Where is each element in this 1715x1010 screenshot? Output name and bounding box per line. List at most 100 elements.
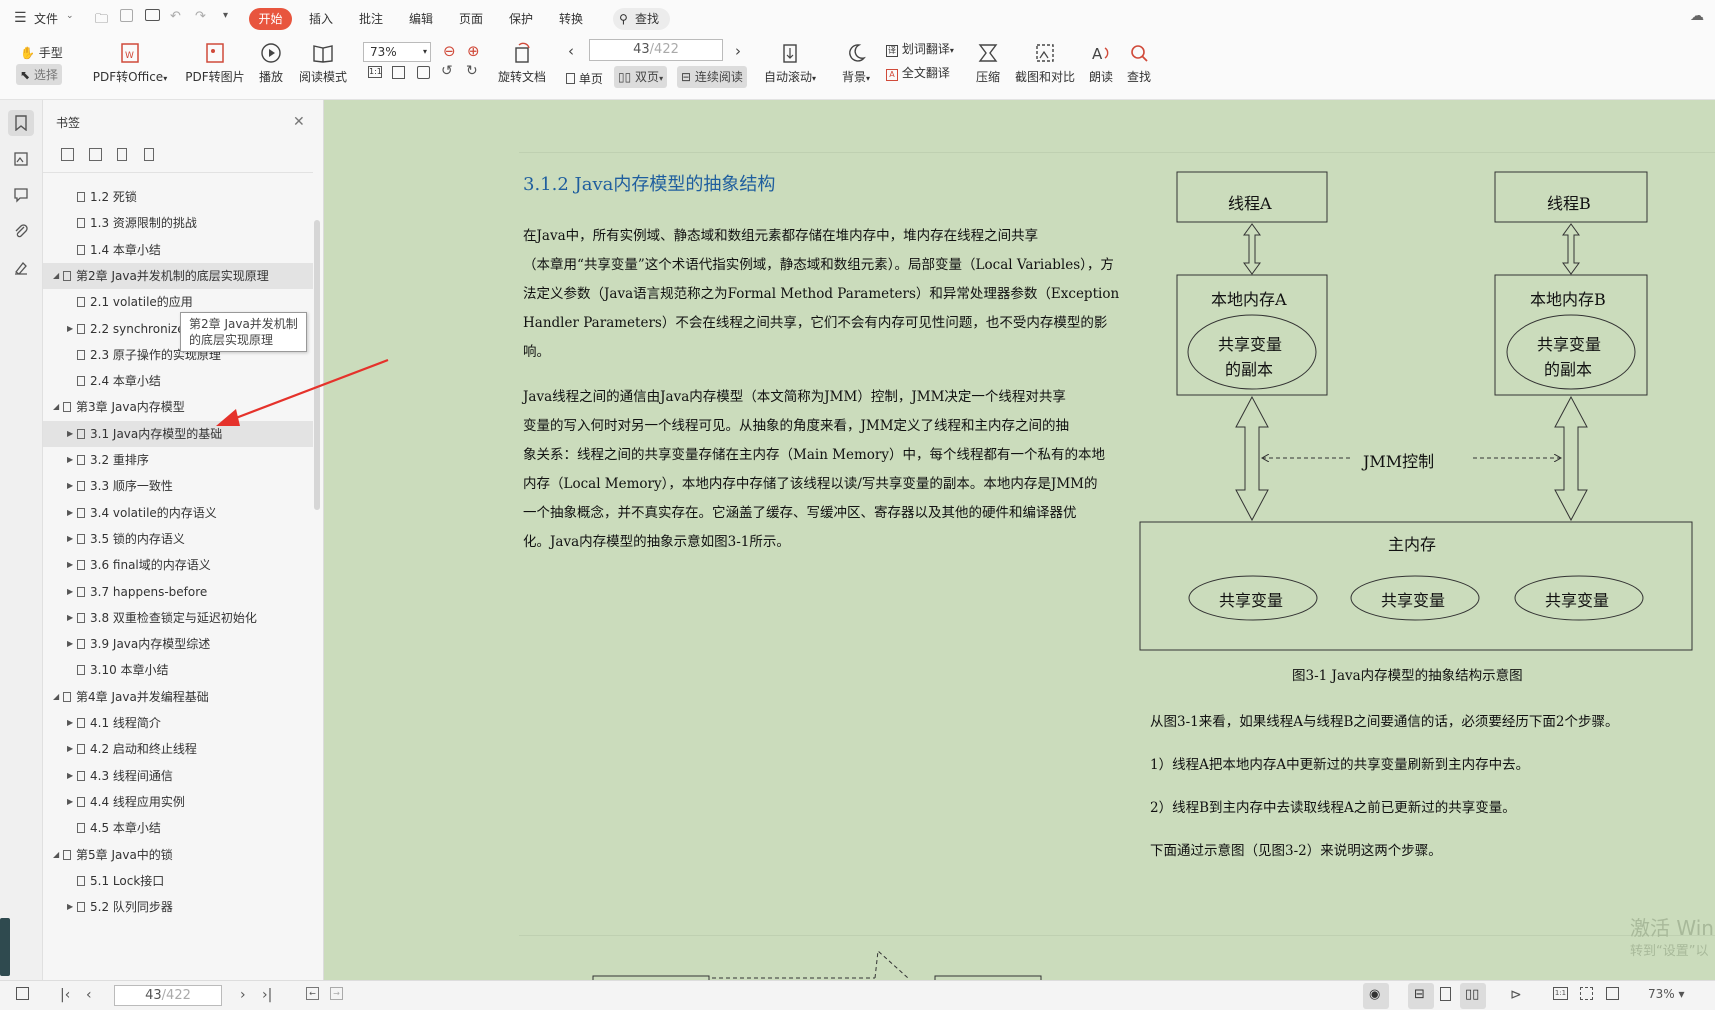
bookmark-item[interactable]: ▶ 4.1 线程简介 <box>43 710 313 736</box>
more-chevron-icon[interactable]: ▾ <box>223 10 228 21</box>
expand-arrow-icon[interactable]: ▶ <box>67 605 73 631</box>
search-box[interactable]: ⚲ 查找 <box>613 8 670 30</box>
first-page-icon[interactable]: |‹ <box>60 987 70 1003</box>
file-menu[interactable]: 文件 <box>34 10 58 27</box>
status-page-input[interactable]: 43/422 <box>114 985 222 1006</box>
tab-annotate[interactable]: 批注 <box>359 10 383 27</box>
page-number-input[interactable]: 43/422 <box>589 39 723 61</box>
continuous-read-button[interactable]: ⊟ 连续阅读 <box>677 66 747 88</box>
tab-page[interactable]: 页面 <box>459 10 483 27</box>
expand-arrow-icon[interactable]: ▶ <box>67 447 73 473</box>
prev-page-status-icon[interactable]: ‹ <box>86 987 92 1003</box>
fit-page-status-icon[interactable] <box>1580 987 1593 1000</box>
bookmark-item[interactable]: ▶ 5.2 队列同步器 <box>43 894 313 920</box>
expand-arrow-icon[interactable]: ▶ <box>67 763 73 789</box>
expand-arrow-icon[interactable]: ▶ <box>67 500 73 526</box>
select-tool[interactable]: ⬉ 选择 <box>16 64 62 85</box>
forward-icon[interactable]: → <box>330 987 343 1000</box>
bookmark-item[interactable]: ▶ 4.3 线程间通信 <box>43 763 313 789</box>
actual-size-icon[interactable]: 1:1 <box>368 66 382 78</box>
single-page-button[interactable]: 单页 <box>566 70 603 87</box>
attachment-panel-icon[interactable] <box>8 218 34 244</box>
bookmark-item[interactable]: ▶ 3.4 volatile的内存语义 <box>43 500 313 526</box>
bookmark-item[interactable]: ◢ 第5章 Java中的锁 <box>43 842 313 868</box>
cloud-icon[interactable]: ☁ <box>1690 8 1704 24</box>
word-translate-button[interactable]: 译 划词翻译▾ <box>886 40 954 57</box>
prev-page-icon[interactable]: ‹ <box>568 42 574 60</box>
rotate-right-icon[interactable]: ↻ <box>466 63 478 79</box>
bookmark-item[interactable]: 1.4 本章小结 <box>43 237 313 263</box>
tab-protect[interactable]: 保护 <box>509 10 533 27</box>
undo-icon[interactable]: ↶ <box>170 9 181 24</box>
sidebar-toggle-icon[interactable] <box>16 987 29 1000</box>
bookmark-panel-icon[interactable] <box>8 110 34 136</box>
pdf-to-office-button[interactable]: W PDF转Office▾ <box>90 42 170 85</box>
last-page-icon[interactable]: ›| <box>262 987 272 1003</box>
fit-width-icon[interactable] <box>417 66 430 79</box>
expand-arrow-icon[interactable]: ▶ <box>67 473 73 499</box>
rotate-left-icon[interactable]: ↺ <box>441 63 453 79</box>
pdf-to-image-button[interactable]: PDF转图片 <box>183 42 247 85</box>
close-icon[interactable]: ✕ <box>293 114 305 130</box>
expand-all-icon[interactable] <box>61 148 74 161</box>
bookmark-item[interactable]: 4.5 本章小结 <box>43 815 313 841</box>
bookmark-item[interactable]: 3.10 本章小结 <box>43 657 313 683</box>
fit-page-icon[interactable] <box>392 66 405 79</box>
save-icon[interactable] <box>120 9 133 22</box>
collapse-arrow-icon[interactable]: ◢ <box>53 394 59 420</box>
eye-protection-button[interactable]: ◉ <box>1363 983 1389 1009</box>
bookmark-item[interactable]: ▶ 3.9 Java内存模型综述 <box>43 631 313 657</box>
hand-tool[interactable]: ✋ 手型 <box>20 44 63 61</box>
double-view-button[interactable]: ▯▯ <box>1460 983 1486 1009</box>
zoom-select[interactable]: 73% ▾ <box>363 42 431 62</box>
next-page-status-icon[interactable]: › <box>240 987 246 1003</box>
bookmark-item[interactable]: ▶ 3.6 final域的内存语义 <box>43 552 313 578</box>
expand-arrow-icon[interactable]: ▶ <box>67 894 73 920</box>
screenshot-compare-button[interactable]: 截图和对比 <box>1013 42 1077 85</box>
full-translate-button[interactable]: A 全文翻译 <box>886 64 950 81</box>
double-page-button[interactable]: ▯▯ 双页▾ <box>614 66 668 88</box>
tab-start[interactable]: 开始 <box>249 8 292 30</box>
thumbnail-panel-icon[interactable] <box>8 146 34 172</box>
add-bookmark-icon[interactable] <box>117 148 127 161</box>
hamburger-icon[interactable]: ☰ <box>14 10 27 26</box>
print-icon[interactable] <box>145 9 160 21</box>
zoom-in-icon[interactable]: ⊕ <box>467 42 480 60</box>
signature-panel-icon[interactable] <box>8 254 34 280</box>
bookmark-item[interactable]: 1.2 死锁 <box>43 184 313 210</box>
zoom-out-icon[interactable]: ⊖ <box>443 42 456 60</box>
bookmark-item[interactable]: ◢ 第4章 Java并发编程基础 <box>43 684 313 710</box>
expand-arrow-icon[interactable]: ▶ <box>67 526 73 552</box>
comment-panel-icon[interactable] <box>8 182 34 208</box>
collapse-all-icon[interactable] <box>89 148 102 161</box>
collapse-arrow-icon[interactable]: ◢ <box>53 842 59 868</box>
rotate-document-button[interactable]: 旋转文档 <box>496 42 548 85</box>
tab-insert[interactable]: 插入 <box>309 10 333 27</box>
next-page-icon[interactable]: › <box>735 42 741 60</box>
expand-arrow-icon[interactable]: ▶ <box>67 789 73 815</box>
expand-arrow-icon[interactable]: ▶ <box>67 710 73 736</box>
expand-arrow-icon[interactable]: ▶ <box>67 579 73 605</box>
bookmark-item[interactable]: ▶ 4.4 线程应用实例 <box>43 789 313 815</box>
open-folder-icon[interactable]: 🗀 <box>95 10 108 32</box>
play-button[interactable]: 播放 <box>256 42 286 85</box>
bookmark-item[interactable]: ▶ 3.3 顺序一致性 <box>43 473 313 499</box>
tab-convert[interactable]: 转换 <box>559 10 583 27</box>
find-button[interactable]: 查找 <box>1124 42 1154 85</box>
expand-arrow-icon[interactable]: ▶ <box>67 316 73 342</box>
collapse-arrow-icon[interactable]: ◢ <box>53 263 59 289</box>
read-aloud-button[interactable]: A 朗读 <box>1086 42 1116 85</box>
bookmark-item[interactable]: ▶ 3.2 重排序 <box>43 447 313 473</box>
read-mode-button[interactable]: 阅读模式 <box>296 42 350 85</box>
collapse-arrow-icon[interactable]: ◢ <box>53 684 59 710</box>
expand-arrow-icon[interactable]: ▶ <box>67 421 73 447</box>
chevron-down-icon[interactable]: ⌄ <box>66 11 74 21</box>
actual-size-status-icon[interactable]: 1:1 <box>1553 987 1568 1000</box>
continuous-view-button[interactable]: ⊟ <box>1408 983 1434 1009</box>
expand-arrow-icon[interactable]: ▶ <box>67 631 73 657</box>
play-status-icon[interactable]: ⊳ <box>1510 987 1522 1003</box>
bookmark-item[interactable]: 5.1 Lock接口 <box>43 868 313 894</box>
bookmark-item[interactable]: ◢ 第2章 Java并发机制的底层实现原理 <box>43 262 313 289</box>
bookmark-item[interactable]: ▶ 3.7 happens-before <box>43 579 313 605</box>
status-zoom[interactable]: 73% ▾ <box>1648 987 1685 1001</box>
